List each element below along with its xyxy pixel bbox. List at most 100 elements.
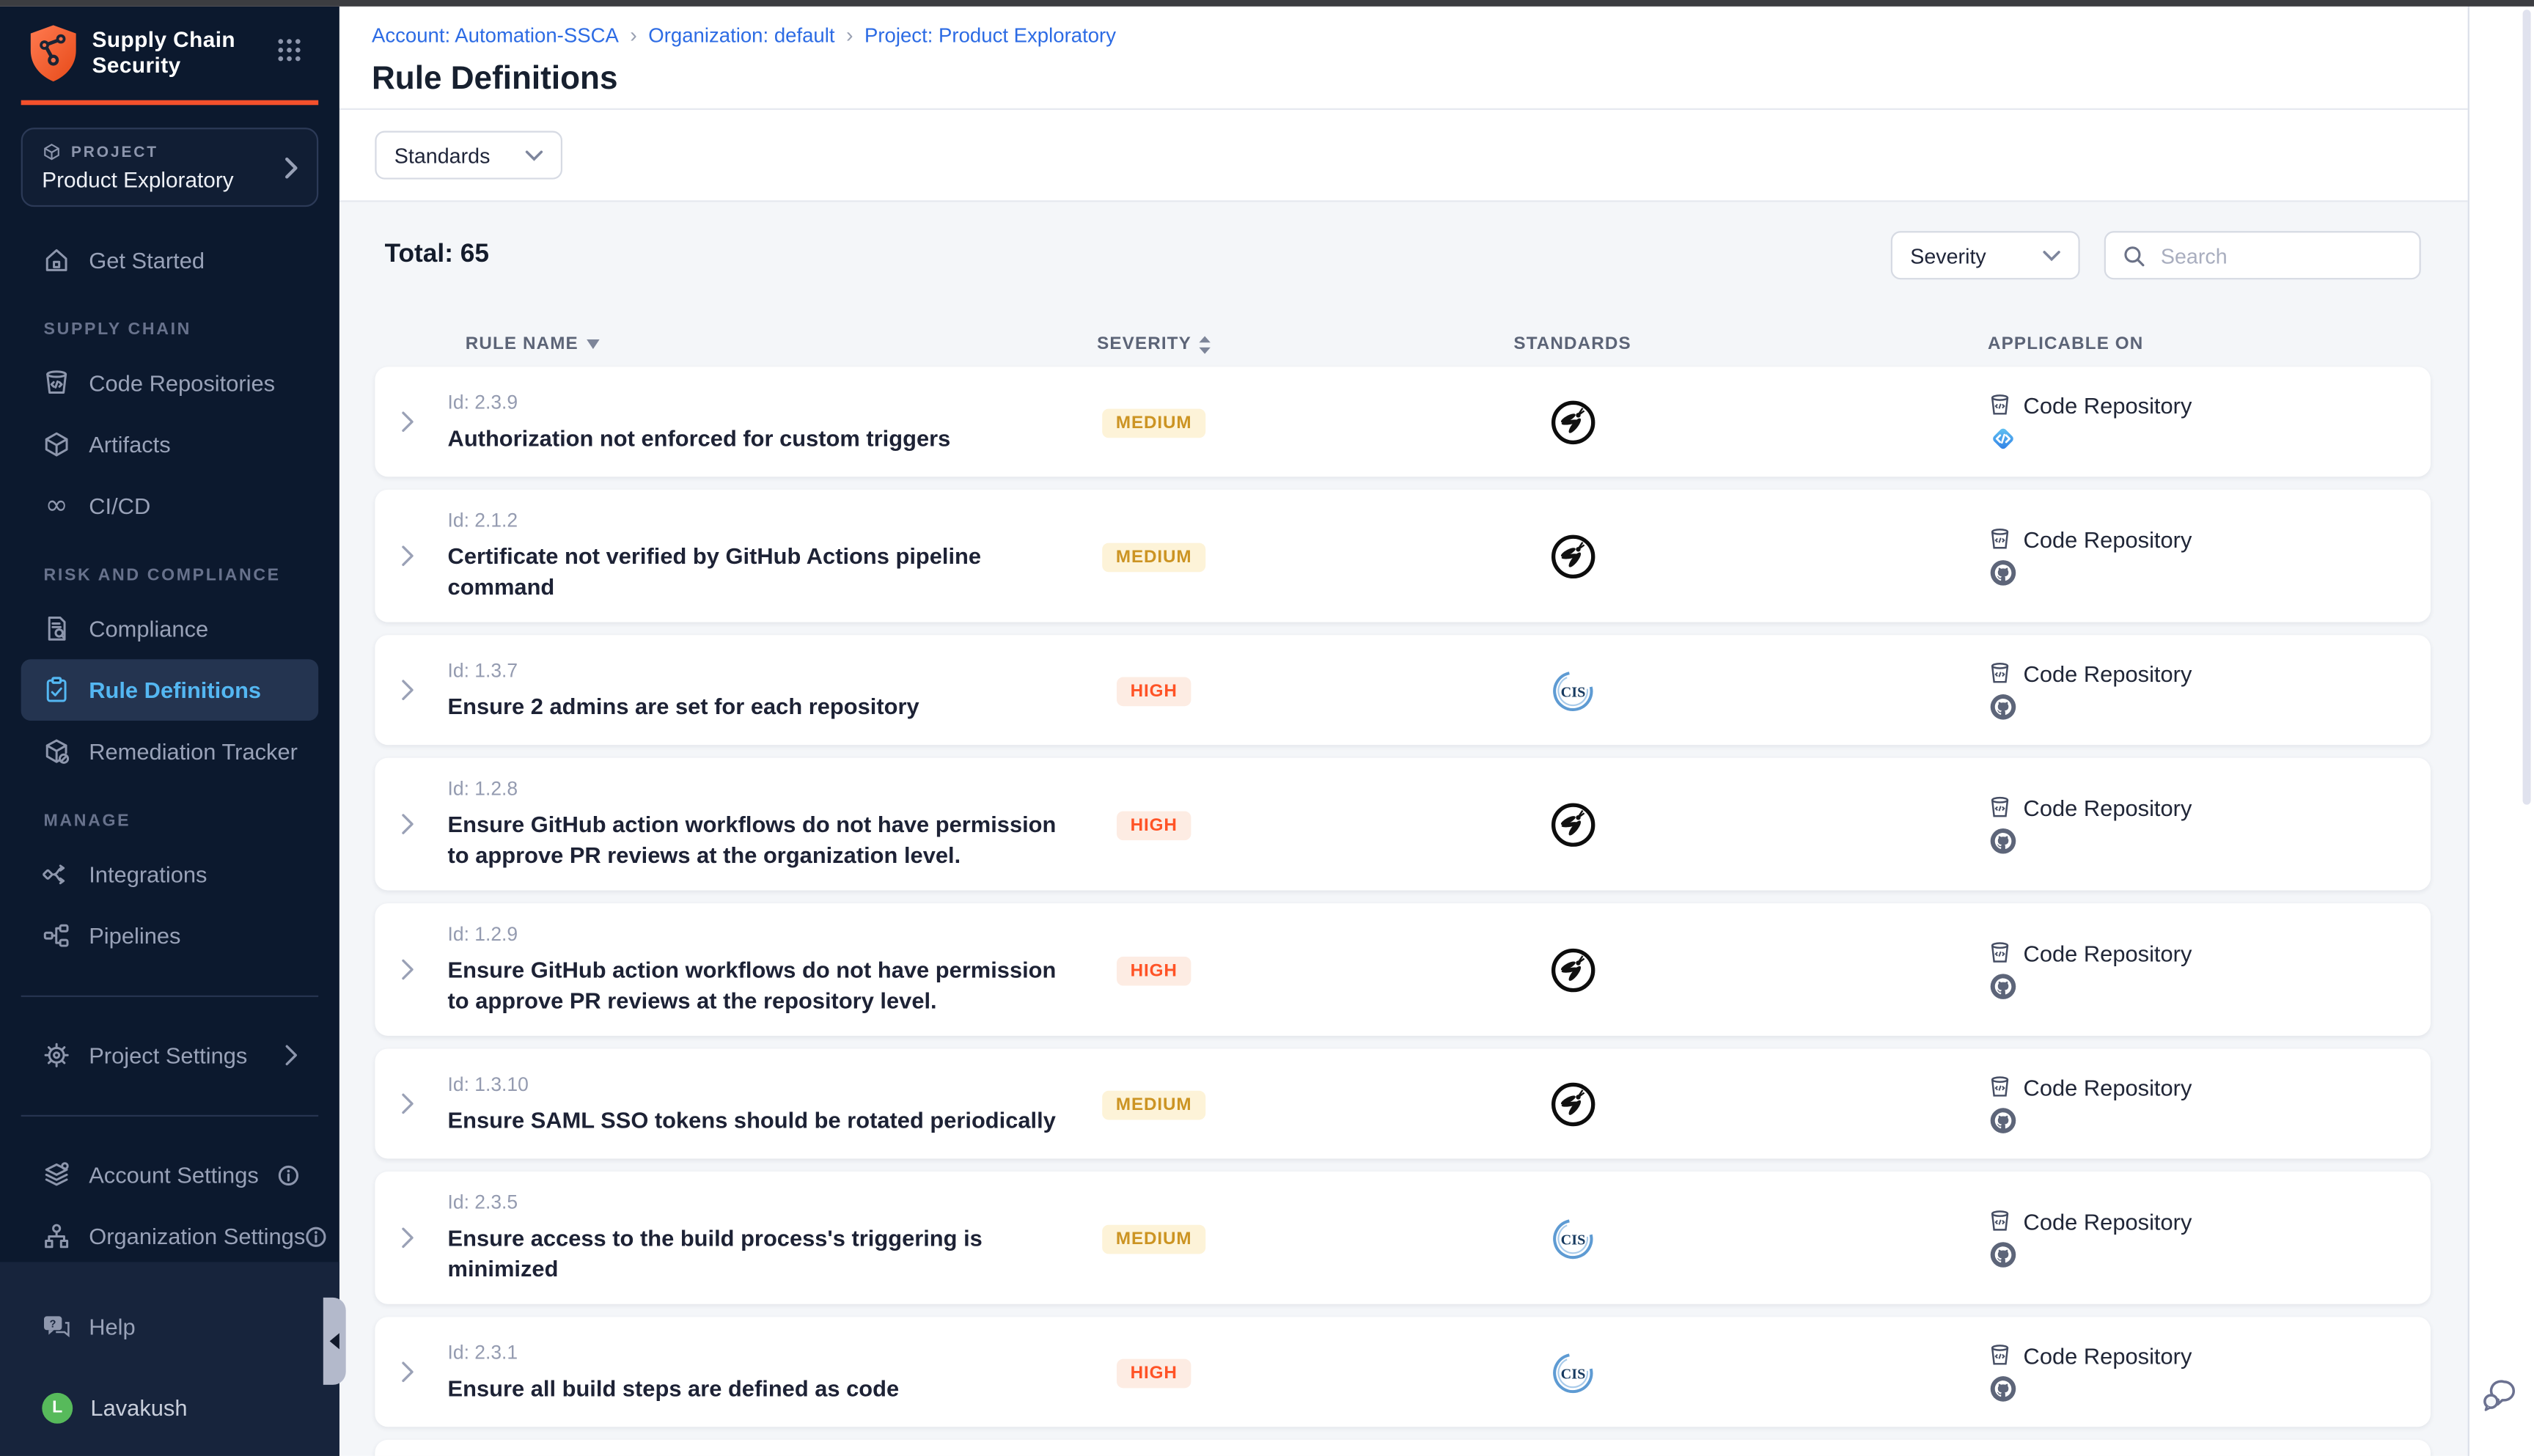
search-input[interactable] (2157, 242, 2403, 269)
sidebar-item-label: Account Settings (89, 1162, 259, 1188)
divider (21, 1115, 319, 1117)
breadcrumb-separator: › (630, 23, 637, 47)
breadcrumb-link-2[interactable]: Project: Product Exploratory (864, 23, 1116, 46)
sidebar-item-label: Pipelines (89, 923, 180, 949)
divider (21, 996, 319, 997)
account-settings-icon (42, 1161, 71, 1190)
rule-name[interactable]: Ensure 2 admins are set for each reposit… (448, 691, 1081, 721)
github-icon (1988, 1375, 2431, 1402)
table-row[interactable]: Id: 2.3.5Ensure access to the build proc… (375, 1172, 2431, 1304)
sidebar-item-label: Compliance (89, 616, 208, 641)
sidebar-item-account-settings[interactable]: Account Settings (21, 1144, 319, 1206)
table-row[interactable]: Id: 1.3.10 Ensure SAML SSO tokens should … (375, 1048, 2431, 1158)
vertical-scrollbar[interactable] (2523, 10, 2531, 804)
sidebar-item-pipelines[interactable]: Pipelines (21, 905, 319, 966)
row-expand-chevron-icon[interactable] (375, 1361, 415, 1383)
breadcrumb-link-0[interactable]: Account: Automation-SSCA (372, 23, 619, 46)
info-icon (305, 1226, 326, 1247)
rule-id: Id: 2.3.9 (448, 390, 1081, 413)
rule-name[interactable]: Ensure access to the build process's tri… (448, 1224, 1081, 1285)
sidebar-item-get-started[interactable]: Get Started (21, 229, 319, 291)
sidebar-item-label: CI/CD (89, 493, 150, 518)
code-repository-icon (1988, 1074, 2012, 1100)
remediation-tracker-icon (42, 737, 71, 766)
severity-badge: HIGH (1117, 810, 1190, 839)
sidebar-item-compliance[interactable]: Compliance (21, 598, 319, 660)
table-row[interactable]: Id: 1.1.9HIGHCISCode Repository (375, 1440, 2431, 1456)
row-expand-chevron-icon[interactable] (375, 1227, 415, 1249)
row-expand-chevron-icon[interactable] (375, 545, 415, 567)
table-row[interactable]: Id: 1.2.8Ensure GitHub action workflows … (375, 758, 2431, 891)
svg-text:CIS: CIS (1560, 1231, 1585, 1247)
sidebar-item-project-settings[interactable]: Project Settings (21, 1024, 319, 1086)
severity-badge: MEDIUM (1103, 1224, 1205, 1254)
avatar: L (42, 1392, 73, 1423)
github-icon (1988, 692, 2431, 719)
standard-owasp-icon (1549, 398, 1596, 445)
sidebar-item-label: Get Started (89, 247, 205, 273)
sidebar-item-user[interactable]: L Lavakush (21, 1377, 319, 1438)
rule-name[interactable]: Ensure SAML SSO tokens should be rotated… (448, 1105, 1081, 1136)
table-row[interactable]: Id: 1.3.7 Ensure 2 admins are set for eac… (375, 635, 2431, 745)
severity-dropdown[interactable]: Severity (1891, 231, 2080, 279)
search-box[interactable] (2104, 231, 2421, 279)
main-content: Account: Automation-SSCA › Organization: d… (339, 7, 2469, 1456)
svg-text:CIS: CIS (1560, 1365, 1585, 1381)
sidebar-item-integrations[interactable]: Integrations (21, 844, 319, 905)
github-icon (1988, 559, 2431, 586)
sidebar-footer: ? Help L Lavakush (0, 1262, 339, 1455)
column-header-rule-name[interactable]: RULE NAME (448, 334, 1081, 353)
severity-dropdown-label: Severity (1910, 243, 1986, 268)
code-repository-icon (1988, 940, 2012, 966)
info-icon (278, 1164, 299, 1185)
project-selector-name: Product Exploratory (42, 168, 297, 192)
rule-name[interactable]: Ensure GitHub action workflows do not ha… (448, 809, 1081, 871)
row-expand-chevron-icon[interactable] (375, 679, 415, 702)
table-row[interactable]: Id: 1.2.9Ensure GitHub action workflows … (375, 903, 2431, 1036)
rule-name[interactable]: Certificate not verified by GitHub Actio… (448, 541, 1081, 603)
filter-row: Standards (339, 110, 2469, 202)
column-header-standards[interactable]: STANDARDS (1227, 334, 1918, 353)
row-expand-chevron-icon[interactable] (375, 1092, 415, 1115)
chat-bubbles-icon[interactable] (2480, 1378, 2516, 1412)
brand-accent-rule (21, 100, 319, 106)
column-header-applicable-on[interactable]: APPLICABLE ON (1918, 334, 2431, 353)
code-repositories-icon (42, 369, 71, 398)
column-header-severity[interactable]: SEVERITY (1081, 334, 1227, 353)
standards-cell: CIS (1549, 666, 1596, 713)
row-expand-chevron-icon[interactable] (375, 958, 415, 981)
rule-definitions-icon (42, 675, 71, 705)
sidebar-item-code-repositories[interactable]: Code Repositories (21, 352, 319, 413)
standards-dropdown[interactable]: Standards (375, 131, 562, 180)
rule-name[interactable]: Ensure all build steps are defined as co… (448, 1372, 1081, 1403)
sidebar-item-remediation-tracker[interactable]: Remediation Tracker (21, 721, 319, 782)
row-expand-chevron-icon[interactable] (375, 411, 415, 433)
sidebar-item-organization-settings[interactable]: Organization Settings (21, 1205, 319, 1267)
breadcrumb-link-1[interactable]: Organization: default (648, 23, 834, 46)
rule-id: Id: 1.3.10 (448, 1072, 1081, 1095)
standards-cell: CIS (1549, 1348, 1596, 1395)
module-grid-icon[interactable] (276, 37, 302, 63)
shield-logo-icon (26, 23, 81, 84)
rule-name[interactable]: Ensure GitHub action workflows do not ha… (448, 955, 1081, 1017)
standard-owasp-icon (1549, 946, 1596, 993)
project-selector[interactable]: PROJECT Product Exploratory (21, 128, 319, 207)
row-expand-chevron-icon[interactable] (375, 813, 415, 836)
sidebar-item-artifacts[interactable]: Artifacts (21, 413, 319, 475)
sidebar-item-ci-cd[interactable]: ∞CI/CD (21, 475, 319, 537)
breadcrumb-separator: › (846, 23, 853, 47)
sidebar-collapse-handle[interactable] (323, 1298, 346, 1385)
rule-name[interactable]: Authorization not enforced for custom tr… (448, 422, 1081, 453)
sidebar-nav: Get StartedSUPPLY CHAINCode Repositories… (0, 229, 339, 1267)
code-repository-icon (1988, 660, 2012, 685)
sidebar-item-help[interactable]: ? Help (21, 1296, 319, 1358)
rule-id: Id: 1.3.7 (448, 658, 1081, 681)
table-row[interactable]: Id: 2.3.1Ensure all build steps are defi… (375, 1317, 2431, 1427)
sidebar-item-rule-definitions[interactable]: Rule Definitions (21, 659, 319, 721)
artifacts-icon (42, 430, 71, 459)
compliance-icon (42, 614, 71, 644)
user-name: Lavakush (90, 1394, 187, 1420)
table-row[interactable]: Id: 2.3.9 Authorization not enforced for … (375, 367, 2431, 477)
table-row[interactable]: Id: 2.1.2Certificate not verified by Git… (375, 490, 2431, 622)
page-header: Account: Automation-SSCA › Organization: d… (339, 7, 2469, 110)
